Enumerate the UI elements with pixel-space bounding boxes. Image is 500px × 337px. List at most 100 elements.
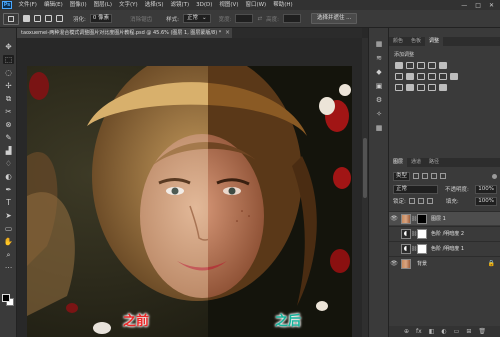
link-layers-icon[interactable]: ⊕ [404,328,409,335]
type-tool-icon[interactable]: T [3,198,14,207]
layer-row-layer1[interactable]: 👁 ⛓ 图层 1 [389,211,500,225]
lasso-tool-icon[interactable]: ◌ [3,68,14,77]
width-input[interactable] [235,14,254,23]
filter-type-icon[interactable] [431,173,438,179]
history-icon[interactable]: ▦ [374,40,384,49]
subtract-selection-icon[interactable] [45,15,52,22]
tab-adjustments[interactable]: 调整 [425,37,444,46]
stamp-tool-icon[interactable]: ▟ [3,146,14,155]
vibrance-icon[interactable] [439,62,447,69]
fx-icon[interactable]: fx [416,328,422,335]
layer-mask-thumbnail[interactable] [417,213,427,224]
blend-mode-select[interactable]: 正常 [393,184,438,194]
menu-edit[interactable]: 编辑(E) [40,0,66,10]
opacity-input[interactable]: 100% [475,184,497,194]
new-adjustment-icon[interactable]: ◐ [441,328,446,335]
color-lookup-icon[interactable] [450,73,458,80]
posterize-icon[interactable] [406,84,414,91]
dodge-tool-icon[interactable]: ◐ [3,172,14,181]
channel-mixer-icon[interactable] [439,73,447,80]
document-tab[interactable]: taoxuemei-两种混合模式调整图片对比度图片教程.psd @ 45.6% … [17,28,232,38]
intersect-selection-icon[interactable] [56,15,63,22]
more-tools-icon[interactable]: ⋯ [3,263,14,272]
glyphs-icon[interactable]: ✧ [374,110,384,119]
layer-kind-filter[interactable]: 类型 [393,171,411,181]
document-image[interactable] [27,66,352,337]
zoom-tool-icon[interactable]: ⌕ [3,250,14,259]
lock-pixels-icon[interactable] [408,198,415,204]
menu-filter[interactable]: 滤镜(T) [167,0,193,10]
menu-select[interactable]: 选择(S) [141,0,167,10]
invert-icon[interactable] [395,84,403,91]
layer-mask-thumbnail[interactable] [417,228,427,239]
tab-channels[interactable]: 通道 [407,158,425,167]
hue-saturation-icon[interactable] [395,73,403,80]
threshold-icon[interactable] [417,84,425,91]
new-layer-icon[interactable]: ⊞ [466,328,471,335]
visibility-eye-icon[interactable]: 👁 [389,230,399,237]
filter-shape-icon[interactable] [440,173,447,179]
curves-icon[interactable] [417,62,425,69]
visibility-eye-icon[interactable]: 👁 [389,215,399,222]
shape-tool-icon[interactable]: ▭ [3,224,14,233]
levels-icon[interactable] [406,62,414,69]
new-selection-icon[interactable] [23,15,30,22]
brush-tool-icon[interactable]: ✎ [3,133,14,142]
antialias-checkbox[interactable]: 消除锯齿 [130,15,152,23]
menu-layer[interactable]: 图层(L) [90,0,115,10]
hand-tool-icon[interactable]: ✋ [3,237,14,246]
tab-swatches[interactable]: 色板 [407,37,425,46]
filter-toggle-icon[interactable] [492,173,497,179]
height-input[interactable] [282,14,301,23]
black-white-icon[interactable] [417,73,425,80]
foreground-color-swatch[interactable] [2,294,10,302]
layer-row-background[interactable]: 👁 背景 🔒 [389,256,500,270]
layer-row-levels-2[interactable]: 👁 ⛓ 色阶 /明暗度 2 [389,226,500,240]
brightness-icon[interactable] [395,62,403,69]
exposure-icon[interactable] [428,62,436,69]
healing-tool-icon[interactable]: ⊗ [3,120,14,129]
move-tool-icon[interactable]: ✥ [3,42,14,51]
color-balance-icon[interactable] [406,73,414,80]
swatch-icon[interactable]: ▣ [374,82,384,91]
layer-mask-thumbnail[interactable] [417,243,427,254]
minimize-button[interactable]: — [461,2,467,9]
new-group-icon[interactable]: ▭ [454,328,460,335]
add-selection-icon[interactable] [34,15,41,22]
menu-image[interactable]: 图像(I) [66,0,90,10]
lock-all-icon[interactable] [426,198,433,204]
photo-filter-icon[interactable] [428,73,436,80]
path-select-tool-icon[interactable]: ➤ [3,211,14,220]
menu-type[interactable]: 文字(Y) [116,0,142,10]
feather-input[interactable]: 0 像素 [89,14,113,23]
menu-view[interactable]: 视图(V) [216,0,242,10]
layer-row-levels-1[interactable]: 👁 ⛓ 色阶 /明暗度 1 [389,241,500,255]
filter-pixel-icon[interactable] [413,173,420,179]
slice-tool-icon[interactable]: ✂ [3,107,14,116]
tool-presets-icon[interactable]: ⚙ [374,96,384,105]
canvas-area[interactable] [17,38,362,337]
eraser-tool-icon[interactable]: ♢ [3,159,14,168]
crop-tool-icon[interactable]: ⧉ [3,94,14,103]
visibility-eye-icon[interactable]: 👁 [389,245,399,252]
marquee-tool-icon[interactable]: ⬚ [3,55,14,64]
brush-settings-icon[interactable]: ◆ [374,68,384,77]
libraries-icon[interactable]: ▦ [374,124,384,133]
fill-input[interactable]: 100% [475,196,497,206]
menu-window[interactable]: 窗口(W) [242,0,270,10]
gradient-map-icon[interactable] [428,84,436,91]
close-window-button[interactable]: ✕ [489,2,494,9]
menu-help[interactable]: 帮助(H) [270,0,296,10]
tab-layers[interactable]: 图层 [389,158,408,167]
marquee-preset-button[interactable] [3,12,19,25]
lock-position-icon[interactable] [417,198,424,204]
pen-tool-icon[interactable]: ✒ [3,185,14,194]
selective-color-icon[interactable] [439,84,447,91]
filter-adjust-icon[interactable] [422,173,429,179]
menu-3d[interactable]: 3D(D) [193,0,216,10]
quick-select-tool-icon[interactable]: ✢ [3,81,14,90]
select-and-mask-button[interactable]: 选择并遮住 ... [310,13,358,24]
tab-color[interactable]: 颜色 [389,37,407,46]
swap-icon[interactable]: ⇄ [257,16,262,22]
visibility-eye-icon[interactable]: 👁 [389,260,399,267]
